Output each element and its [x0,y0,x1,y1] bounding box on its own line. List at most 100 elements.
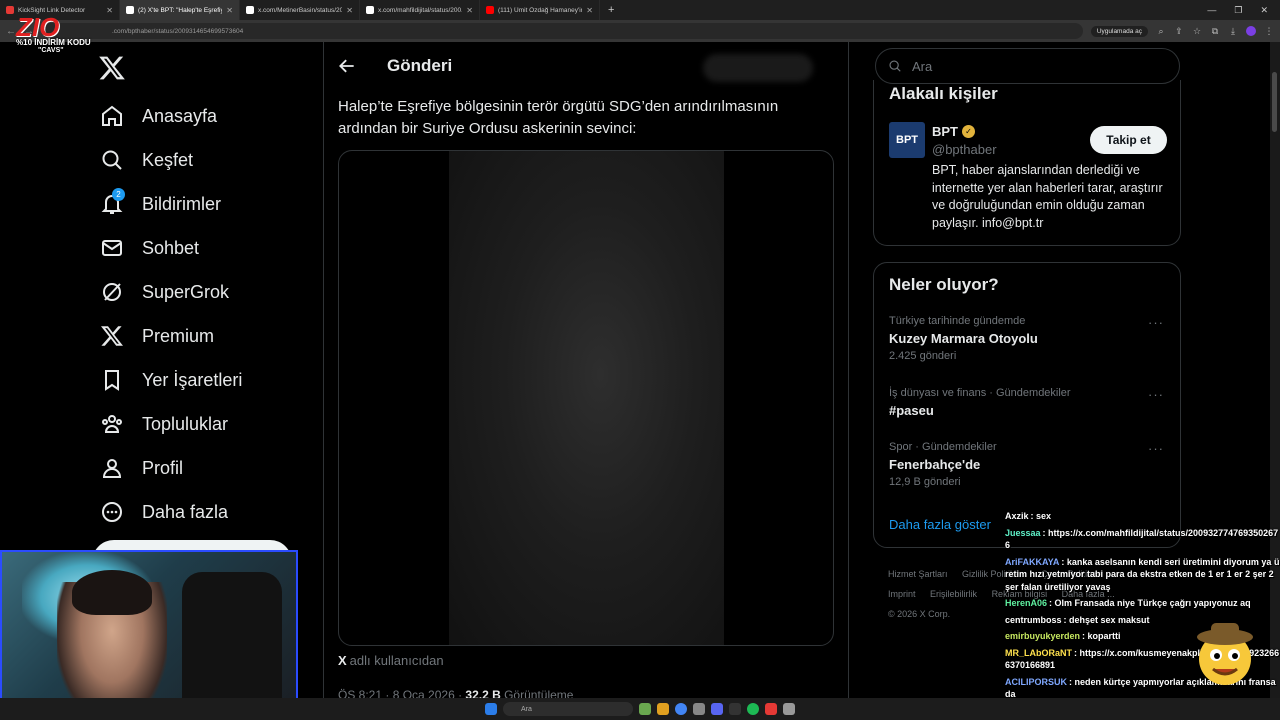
footer-link[interactable]: Erişilebilirlik [930,589,977,599]
trends-card: Neler oluyor? Türkiye tarihinde gündemde… [873,262,1181,548]
nav-item-more[interactable]: Daha fazla [100,496,228,528]
nav-item-home[interactable]: Anasayfa [100,100,217,132]
chat-user: Juessaa [1005,527,1041,538]
menu-icon[interactable]: ⋮ [1264,26,1274,36]
communities-icon [102,415,122,433]
tab-1[interactable]: (2) X'te BPT: "Halep'te Eşrefiye... ✕ [120,0,240,20]
webcam-hair [72,570,152,615]
divider [848,42,849,720]
taskbar-search[interactable]: Ara [503,702,633,716]
app-icon[interactable] [765,703,777,715]
search-icon [102,150,122,170]
nav-item-communities[interactable]: Topluluklar [100,408,228,440]
discord-icon[interactable] [711,703,723,715]
chat-text: Olm Fransada niye Türkçe çağrı yapıyonuz… [1054,598,1251,608]
more-options-icon[interactable]: ··· [1148,441,1164,456]
chat-user: ACILIPORSUK [1005,676,1068,687]
scrollbar-thumb[interactable] [1272,72,1277,132]
tab-close-icon[interactable]: ✕ [106,6,113,15]
chat-user: Axzik [1005,511,1029,521]
trend-item[interactable]: Türkiye tarihinde gündemde Kuzey Marmara… [889,315,1174,362]
tab-close-icon[interactable]: ✕ [226,6,233,15]
grok-icon [103,283,121,301]
footer-link[interactable]: Hizmet Şartları [888,569,948,579]
explorer-icon[interactable] [657,703,669,715]
share-icon[interactable]: ⇪ [1174,26,1184,36]
back-arrow-icon[interactable] [337,56,357,76]
obs-icon[interactable] [729,703,741,715]
nav-item-premium[interactable]: Premium [100,320,214,352]
nav-label: Topluluklar [142,413,229,434]
nav-item-chat[interactable]: Sohbet [100,232,199,264]
start-icon[interactable] [485,703,497,715]
account-name-row[interactable]: BPT ✓ [932,124,975,139]
x-logo-icon[interactable] [98,54,126,82]
star-icon[interactable]: ☆ [1192,26,1202,36]
nav-label: Anasayfa [142,105,218,126]
back-nav-icon[interactable]: ← [6,26,16,37]
follow-button[interactable]: Takip et [1090,126,1167,154]
profile-icon [102,459,122,478]
tab-close-icon[interactable]: ✕ [586,6,593,15]
video-player[interactable] [338,150,834,646]
app-icon[interactable] [693,703,705,715]
tab-close-icon[interactable]: ✕ [466,6,473,15]
bpt-avatar[interactable]: BPT [889,122,925,158]
maximize-icon[interactable]: ❐ [1234,5,1242,16]
nav-item-notifications[interactable]: 2 Bildirimler [100,188,221,220]
nav-label: SuperGrok [142,281,230,302]
app-icon[interactable] [783,703,795,715]
video-frame [449,151,724,645]
trend-name: Fenerbahçe'de [889,457,981,472]
close-window-icon[interactable]: ✕ [1260,5,1268,16]
trend-item[interactable]: İş dünyası ve finans · Gündemdekiler #pa… [889,387,1174,418]
nav-label: Bildirimler [142,193,222,214]
nav-label: Profil [142,457,184,478]
bookmark-icon [105,370,119,391]
blurred-header-element [703,54,813,82]
search-input[interactable]: Ara [875,48,1180,84]
zoom-icon[interactable]: ⌕ [1156,26,1166,36]
extensions-icon[interactable]: ⧉ [1210,26,1220,36]
chat-text: kopartti [1087,631,1121,641]
tab-close-icon[interactable]: ✕ [346,6,353,15]
tab-2[interactable]: x.com/MetinerBasin/status/200...✕ [240,0,360,20]
nav-item-profile[interactable]: Profil [100,452,183,484]
tab-3[interactable]: x.com/mahfildijital/status/200... ✕ [360,0,480,20]
trend-name: #paseu [889,403,934,418]
download-icon[interactable]: ⤓ [1228,26,1238,36]
open-in-app-button[interactable]: Uygulamada aç [1090,25,1148,37]
trend-name: Kuzey Marmara Otoyolu [889,331,1038,346]
profile-avatar-icon[interactable] [1246,26,1256,36]
nav-item-bookmarks[interactable]: Yer İşaretleri [100,364,242,396]
source-brand[interactable]: X [338,653,347,668]
chrome-icon[interactable] [675,703,687,715]
trend-context: Spor · Gündemdekiler [889,441,997,453]
more-options-icon[interactable]: ··· [1148,315,1164,330]
account-handle[interactable]: @bpthaber [932,142,997,157]
minimize-icon[interactable]: — [1207,5,1216,16]
tab-favicon [126,6,134,14]
mail-icon [102,240,122,256]
nav-label: Keşfet [142,149,194,170]
spotify-icon[interactable] [747,703,759,715]
chat-user: HerenA06 [1005,598,1048,608]
nav-item-supergrok[interactable]: SuperGrok [100,276,229,308]
url-field[interactable]: .com/bpthaber/status/2009314654699573604 [42,23,1083,39]
tab-title: (111) Ümit Özdağ Hamaney'in... [498,6,583,14]
nav-item-explore[interactable]: Keşfet [100,144,193,176]
trend-context: İş dünyası ve finans · Gündemdekiler [889,387,1071,399]
new-tab-button[interactable]: + [608,4,614,16]
footer-link[interactable]: Imprint [888,589,916,599]
widget-icon[interactable] [639,703,651,715]
more-options-icon[interactable]: ··· [1148,387,1164,402]
tab-4[interactable]: (111) Ümit Özdağ Hamaney'in... ✕ [480,0,600,20]
post-text: Halep’te Eşrefiye bölgesinin terör örgüt… [338,98,779,137]
tab-title: x.com/MetinerBasin/status/200... [258,6,343,14]
address-bar-row: ← → .com/bpthaber/status/200931465469957… [0,20,1280,42]
sponsor-discount-text: %10 İNDİRİM KODU [16,38,91,47]
show-more-link[interactable]: Daha fazla göster [889,517,991,532]
chat-text: dehşet sex maksut [1069,614,1150,625]
chat-text: sex [1036,511,1052,521]
trend-item[interactable]: Spor · Gündemdekiler Fenerbahçe'de 12,9 … [889,441,1174,488]
